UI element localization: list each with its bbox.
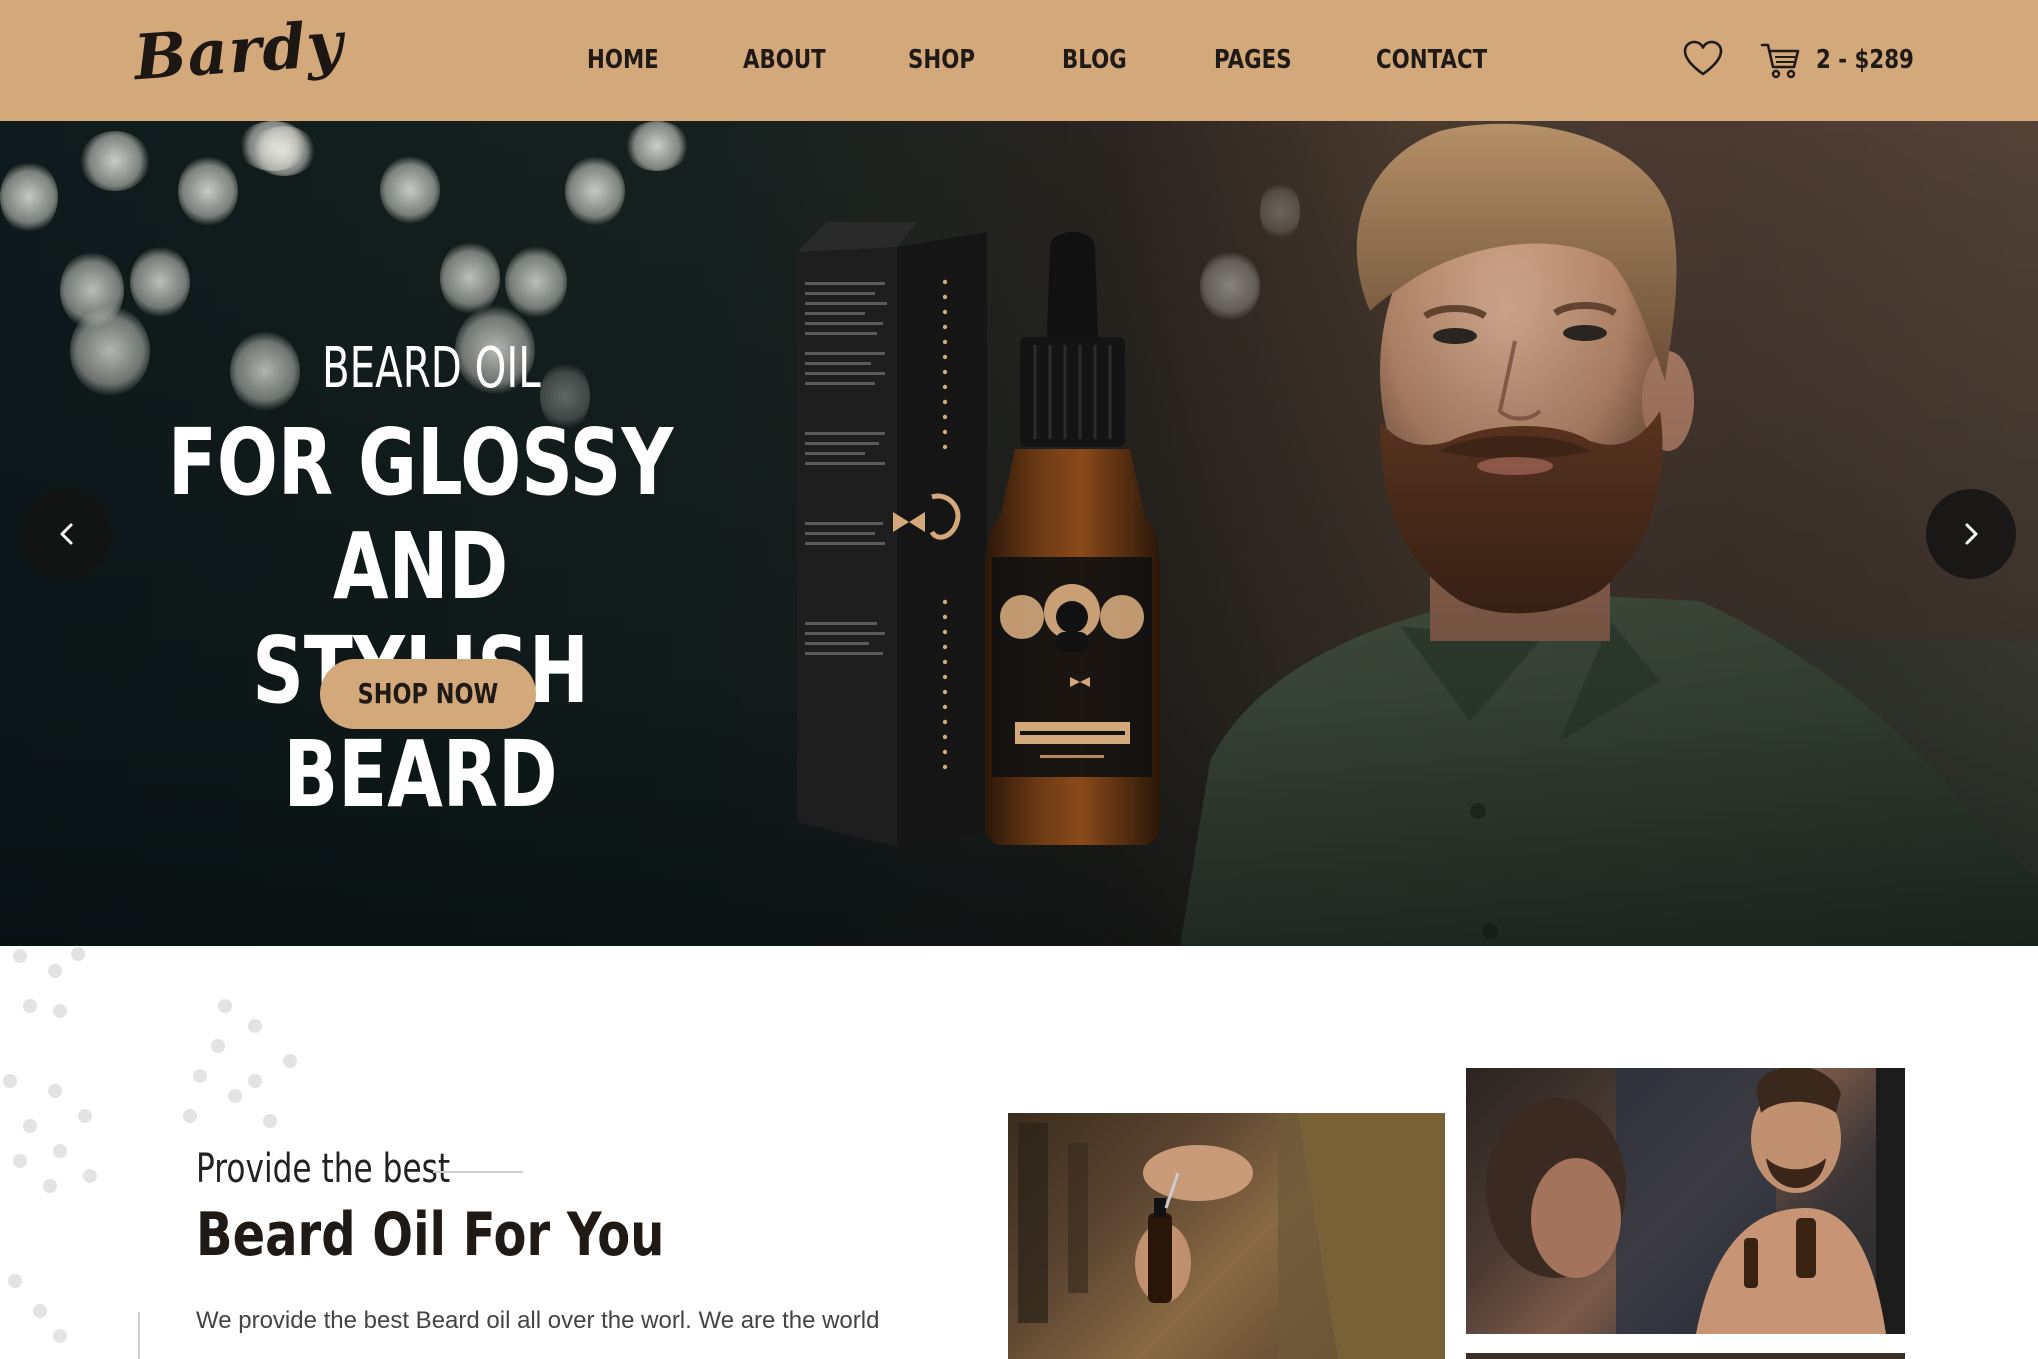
kicker-divider bbox=[433, 1171, 523, 1173]
intro-title: Beard Oil For You bbox=[196, 1200, 665, 1270]
nav-about[interactable]: ABOUT bbox=[743, 40, 826, 80]
intro-vertical-rule bbox=[138, 1312, 140, 1359]
hero-title: FOR GLOSSY AND STYLISH BEARD bbox=[132, 411, 709, 827]
nav-shop[interactable]: SHOP bbox=[908, 40, 975, 80]
shop-now-label: SHOP NOW bbox=[357, 677, 499, 710]
chevron-right-icon bbox=[1965, 523, 1978, 545]
chevron-left-icon bbox=[60, 523, 73, 545]
cart-icon[interactable] bbox=[1760, 40, 1802, 80]
beard-oil-box bbox=[797, 222, 987, 847]
intro-kicker: Provide the best bbox=[196, 1146, 451, 1192]
site-logo[interactable]: Bardy bbox=[132, 7, 346, 94]
intro-body: We provide the best Beard oil all over t… bbox=[196, 1307, 880, 1334]
hero-title-line1: FOR GLOSSY AND bbox=[167, 409, 674, 620]
nav-blog[interactable]: BLOG bbox=[1062, 40, 1127, 80]
hero-eyebrow: BEARD OIL bbox=[322, 336, 541, 401]
barber-applying-oil-photo bbox=[1008, 1113, 1445, 1359]
man-with-beard-oil-photo bbox=[1466, 1068, 1905, 1334]
nav-contact[interactable]: CONTACT bbox=[1376, 40, 1487, 80]
heart-icon[interactable] bbox=[1683, 40, 1723, 78]
site-header: Bardy HOME ABOUT SHOP BLOG PAGES CONTACT… bbox=[0, 0, 2038, 121]
slider-next-button[interactable] bbox=[1926, 489, 2016, 579]
nav-home[interactable]: HOME bbox=[587, 40, 659, 80]
nav-pages[interactable]: PAGES bbox=[1214, 40, 1292, 80]
slider-prev-button[interactable] bbox=[22, 489, 112, 579]
beard-oil-bottle bbox=[985, 232, 1160, 845]
hero-slider: BEARD OIL FOR GLOSSY AND STYLISH BEARD S… bbox=[0, 121, 2038, 946]
gallery-photo-bottom bbox=[1466, 1353, 1905, 1359]
shop-now-button[interactable]: SHOP NOW bbox=[320, 659, 536, 729]
cart-summary[interactable]: 2 - $289 bbox=[1816, 40, 1914, 80]
